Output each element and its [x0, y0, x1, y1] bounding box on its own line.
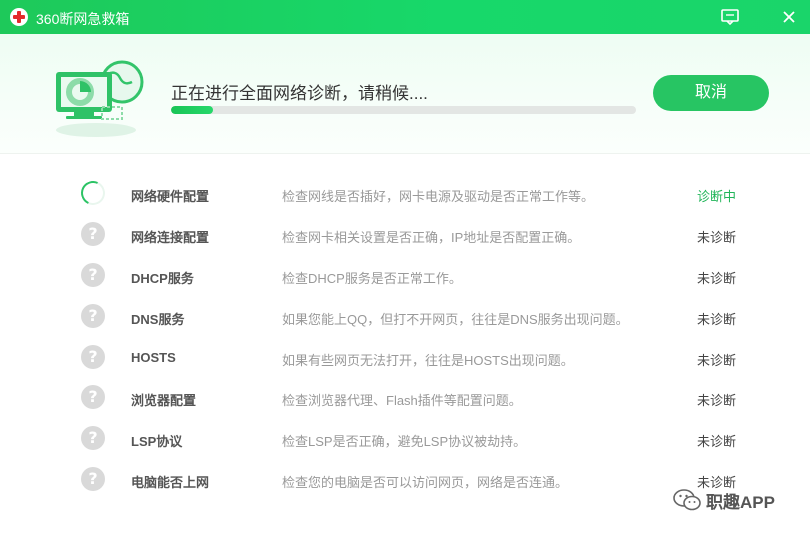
list-item: ? 网络连接配置 检查网卡相关设置是否正确，IP地址是否配置正确。 未诊断 — [0, 216, 810, 256]
item-name: LSP协议 — [131, 434, 183, 449]
item-description: 检查网卡相关设置是否正确，IP地址是否配置正确。 — [282, 230, 581, 245]
item-description: 检查LSP是否正确，避免LSP协议被劫持。 — [282, 434, 527, 449]
question-icon: ? — [81, 385, 105, 409]
red-cross-icon — [10, 8, 28, 26]
item-name: 浏览器配置 — [131, 393, 197, 408]
item-name: DNS服务 — [131, 312, 185, 327]
list-item: ? DNS服务 如果您能上QQ，但打不开网页，往往是DNS服务出现问题。 未诊断 — [0, 298, 810, 338]
question-icon: ? — [81, 263, 105, 287]
item-description: 检查网线是否插好，网卡电源及驱动是否正常工作等。 — [282, 189, 595, 204]
cancel-button[interactable]: 取消 — [653, 75, 769, 111]
diagnosis-header: 正在进行全面网络诊断，请稍候.... 取消 — [0, 34, 810, 154]
list-item: ? HOSTS 如果有些网页无法打开，往往是HOSTS出现问题。 未诊断 — [0, 339, 810, 379]
item-status: 未诊断 — [697, 230, 737, 245]
app-title: 360断网急救箱 — [36, 11, 130, 27]
item-description: 如果您能上QQ，但打不开网页，往往是DNS服务出现问题。 — [282, 312, 629, 327]
item-name: DHCP服务 — [131, 271, 194, 286]
item-name: 网络连接配置 — [131, 230, 210, 245]
diagnosis-status-text: 正在进行全面网络诊断，请稍候.... — [171, 84, 428, 103]
question-icon: ? — [81, 345, 105, 369]
item-description: 检查您的电脑是否可以访问网页，网络是否连通。 — [282, 475, 569, 490]
question-icon: ? — [81, 222, 105, 246]
item-name: 电脑能否上网 — [131, 475, 210, 490]
list-item: ? LSP协议 检查LSP是否正确，避免LSP协议被劫持。 未诊断 — [0, 420, 810, 460]
list-item: ? DHCP服务 检查DHCP服务是否正常工作。 未诊断 — [0, 257, 810, 297]
computer-globe-icon — [50, 52, 150, 142]
item-status: 未诊断 — [697, 271, 737, 286]
question-icon: ? — [81, 304, 105, 328]
question-icon: ? — [81, 467, 105, 491]
item-name: 网络硬件配置 — [131, 189, 210, 204]
item-status: 未诊断 — [697, 312, 737, 327]
wechat-icon — [672, 488, 702, 512]
item-description: 检查DHCP服务是否正常工作。 — [282, 271, 462, 286]
item-status: 未诊断 — [697, 434, 737, 449]
item-description: 如果有些网页无法打开，往往是HOSTS出现问题。 — [282, 353, 574, 368]
item-status: 未诊断 — [697, 393, 737, 408]
question-icon: ? — [81, 426, 105, 450]
item-name: HOSTS — [131, 350, 176, 365]
list-item: ? 浏览器配置 检查浏览器代理、Flash插件等配置问题。 未诊断 — [0, 379, 810, 419]
feedback-icon[interactable] — [720, 8, 740, 26]
close-icon[interactable] — [778, 6, 800, 28]
loading-spinner-icon — [77, 177, 109, 209]
title-bar: 360断网急救箱 — [0, 0, 810, 34]
watermark-text: 职趣APP — [706, 492, 775, 512]
watermark: 职趣APP — [672, 486, 775, 514]
item-description: 检查浏览器代理、Flash插件等配置问题。 — [282, 393, 522, 408]
diagnosis-progress-bar — [171, 106, 636, 114]
item-status: 诊断中 — [697, 189, 737, 204]
list-item: 网络硬件配置 检查网线是否插好，网卡电源及驱动是否正常工作等。 诊断中 — [0, 175, 810, 215]
progress-fill — [171, 106, 213, 114]
item-status: 未诊断 — [697, 353, 737, 368]
